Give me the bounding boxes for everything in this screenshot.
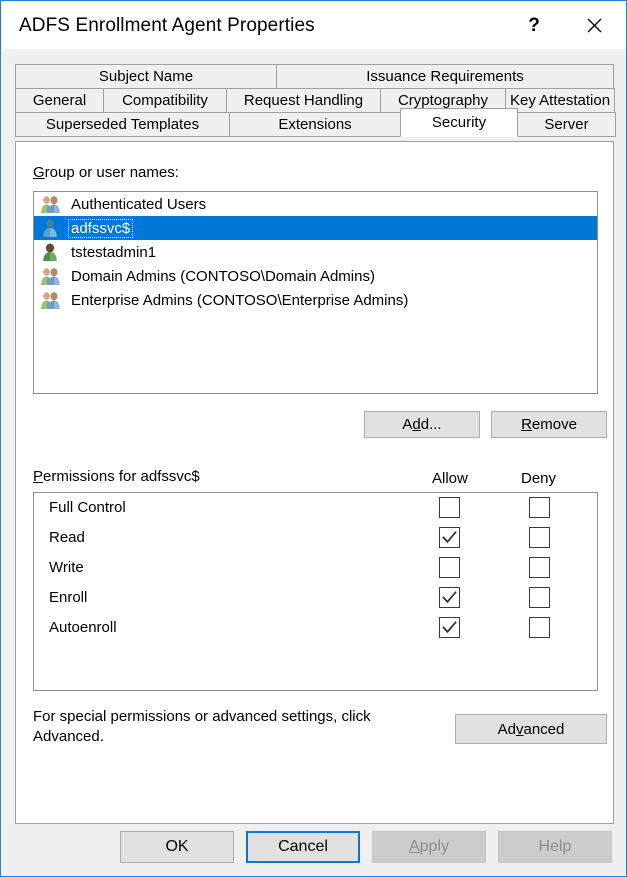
advanced-button[interactable]: Advanced (455, 714, 607, 744)
checkmark-icon (442, 621, 457, 634)
group-label-mnemonic: G (33, 164, 45, 181)
checkmark-icon (442, 591, 457, 604)
allow-checkbox[interactable] (439, 527, 460, 548)
group-label-rest: roup or user names: (44, 164, 179, 181)
tab-extensions[interactable]: Extensions (229, 112, 401, 137)
tab-superseded-templates[interactable]: Superseded Templates (15, 112, 230, 137)
ok-button[interactable]: OK (120, 831, 234, 863)
tab-issuance-requirements[interactable]: Issuance Requirements (276, 64, 614, 89)
tab-label: Server (544, 116, 589, 133)
single-user-icon (40, 242, 62, 262)
remove-button-label: Remove (521, 416, 577, 433)
user-list-item-label: Enterprise Admins (CONTOSO\Enterprise Ad… (71, 291, 409, 309)
checkmark-icon (442, 531, 457, 544)
cancel-button[interactable]: Cancel (246, 831, 360, 863)
group-or-user-names-list[interactable]: Authenticated Users adfssvc$ tstestadmin1 D… (33, 191, 598, 394)
permission-name: Write (49, 559, 84, 576)
permissions-for-label: Permissions for adfssvc$ (33, 468, 200, 485)
permission-name: Full Control (49, 499, 126, 516)
permission-name: Autoenroll (49, 619, 117, 636)
properties-dialog: ADFS Enrollment Agent Properties ? Subje… (0, 0, 627, 877)
tab-row-1: Subject Name Issuance Requirements (15, 64, 614, 89)
ok-button-label: OK (165, 838, 189, 855)
allow-checkbox[interactable] (439, 497, 460, 518)
permissions-list[interactable]: Full Control Read Write Enroll Autoenroll (33, 492, 598, 691)
allow-checkbox[interactable] (439, 617, 460, 638)
allow-checkbox[interactable] (439, 557, 460, 578)
tab-label: Subject Name (98, 68, 194, 85)
tab-request-handling[interactable]: Request Handling (226, 88, 381, 113)
tab-server[interactable]: Server (517, 112, 616, 137)
tab-row-2: General Compatibility Request Handling Cryp… (15, 88, 615, 113)
remove-button[interactable]: Remove (491, 411, 607, 438)
tab-security[interactable]: Security (400, 108, 518, 137)
close-button[interactable] (569, 2, 619, 49)
tab-subject-name[interactable]: Subject Name (15, 64, 277, 89)
tab-row-3: Superseded Templates Extensions Security Se… (15, 108, 616, 137)
permission-row: Full Control (34, 493, 597, 523)
tab-label: Security (431, 114, 487, 131)
help-button-label: Help (538, 838, 572, 855)
help-button[interactable]: ? (509, 2, 559, 49)
close-icon (587, 18, 601, 33)
add-button[interactable]: Add... (364, 411, 480, 438)
permission-name: Read (49, 529, 85, 546)
deny-checkbox[interactable] (529, 527, 550, 548)
apply-button-label: Apply (408, 838, 450, 855)
deny-checkbox[interactable] (529, 557, 550, 578)
advanced-button-label: Advanced (497, 720, 565, 738)
tab-label: Key Attestation (509, 92, 611, 109)
user-list-item-label: Authenticated Users (71, 195, 207, 213)
tab-strip: Subject Name Issuance Requirements Genera… (15, 64, 616, 137)
help-dialog-button: Help (498, 831, 612, 863)
deny-checkbox[interactable] (529, 617, 550, 638)
tab-label: Compatibility (122, 92, 208, 109)
window-title: ADFS Enrollment Agent Properties (19, 15, 315, 36)
advanced-hint-text: For special permissions or advanced sett… (33, 708, 371, 745)
user-list-item[interactable]: Enterprise Admins (CONTOSO\Enterprise Ad… (34, 288, 597, 312)
tab-label: Issuance Requirements (366, 68, 524, 85)
tab-label: General (32, 92, 87, 109)
permission-row: Autoenroll (34, 613, 597, 643)
tab-label: Cryptography (397, 92, 489, 109)
user-list-item-label: tstestadmin1 (71, 243, 157, 261)
add-button-label: Add... (402, 416, 442, 433)
group-or-user-names-label: Group or user names: (33, 164, 179, 181)
group-users-icon (40, 194, 62, 214)
tab-key-attestation[interactable]: Key Attestation (505, 88, 615, 113)
cancel-button-label: Cancel (278, 838, 328, 855)
group-users-icon (40, 266, 62, 286)
single-user-icon (40, 218, 62, 238)
apply-button: Apply (372, 831, 486, 863)
deny-column-header: Deny (521, 470, 557, 487)
group-users-icon (40, 290, 62, 310)
deny-checkbox[interactable] (529, 587, 550, 608)
permission-name: Enroll (49, 589, 88, 606)
tab-label: Superseded Templates (45, 116, 200, 133)
deny-checkbox[interactable] (529, 497, 550, 518)
user-list-item-label: adfssvc$ (67, 218, 134, 238)
user-list-item[interactable]: Domain Admins (CONTOSO\Domain Admins) (34, 264, 597, 288)
permission-row: Enroll (34, 583, 597, 613)
permissions-label-mnemonic: P (33, 468, 44, 485)
user-list-item[interactable]: tstestadmin1 (34, 240, 597, 264)
permission-row: Write (34, 553, 597, 583)
user-list-item[interactable]: adfssvc$ (34, 216, 597, 240)
user-list-item[interactable]: Authenticated Users (34, 192, 597, 216)
security-tab-page: Group or user names: Authenticated Users… (15, 141, 614, 824)
tab-general[interactable]: General (15, 88, 104, 113)
title-bar: ADFS Enrollment Agent Properties ? (2, 2, 626, 49)
question-mark-icon: ? (528, 14, 540, 36)
tab-label: Request Handling (243, 92, 364, 109)
user-list-item-label: Domain Admins (CONTOSO\Domain Admins) (71, 267, 375, 285)
permission-row: Read (34, 523, 597, 553)
tab-compatibility[interactable]: Compatibility (103, 88, 227, 113)
allow-checkbox[interactable] (439, 587, 460, 608)
permissions-label-rest: ermissions for adfssvc$ (43, 468, 200, 485)
allow-column-header: Allow (432, 470, 468, 487)
tab-label: Extensions (278, 116, 352, 133)
